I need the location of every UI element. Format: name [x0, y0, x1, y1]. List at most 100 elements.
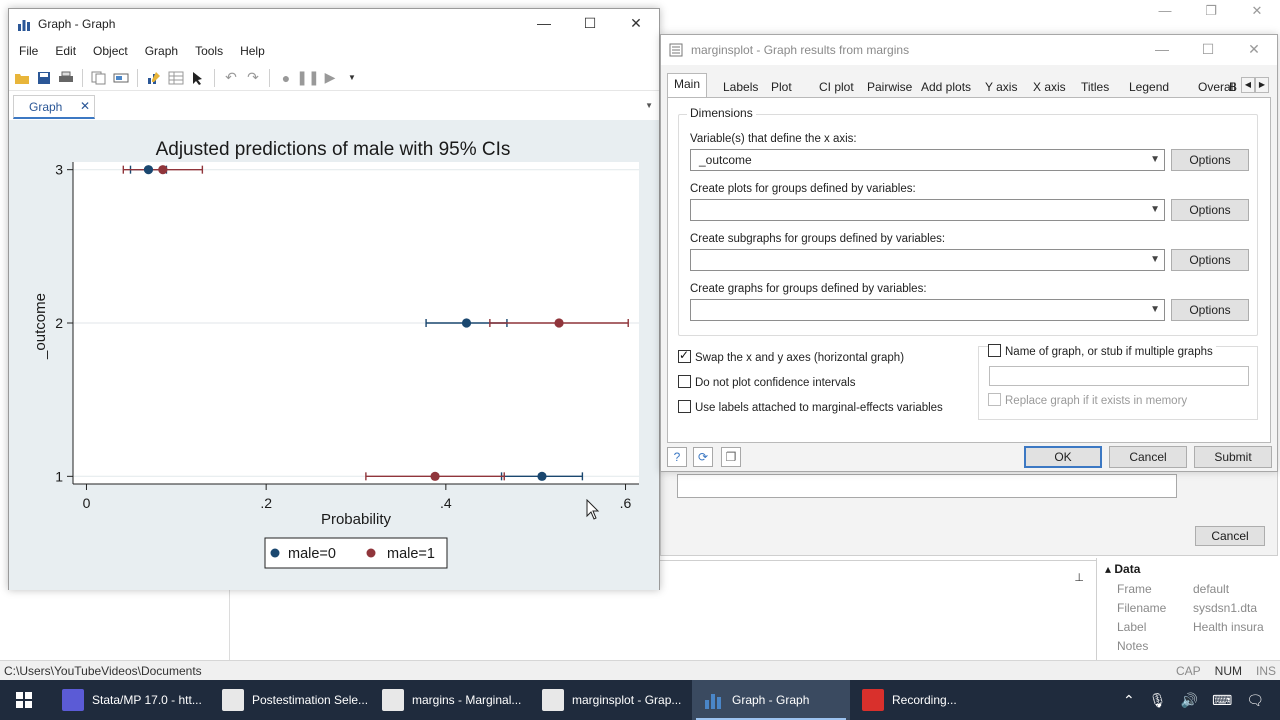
swap-axes-checkbox[interactable]: Swap the x and y axes (horizontal graph): [678, 348, 904, 364]
redo-icon[interactable]: ↷: [244, 69, 262, 87]
x-tick-label: .6: [620, 495, 632, 511]
tab-ci-plot[interactable]: CI plot: [819, 77, 854, 97]
volume-icon[interactable]: 🔊: [1181, 692, 1198, 709]
taskbar-item-marginsplot[interactable]: marginsplot - Grap...: [532, 680, 690, 720]
maximize-icon[interactable]: ☐: [1185, 35, 1231, 65]
taskbar-item-graph[interactable]: Graph - Graph: [692, 680, 850, 720]
tab-scroll-right-icon[interactable]: ▶: [1255, 77, 1269, 93]
data-editor-icon[interactable]: [167, 69, 185, 87]
taskbar-item-postestimation[interactable]: Postestimation Sele...: [212, 680, 370, 720]
save-icon[interactable]: [35, 69, 53, 87]
x-axis-options-button[interactable]: Options: [1171, 149, 1249, 171]
background-cancel-button[interactable]: Cancel: [1195, 526, 1265, 546]
menu-object[interactable]: Object: [93, 41, 136, 63]
close-icon[interactable]: ✕: [1231, 35, 1277, 65]
keyboard-icon[interactable]: ⌨: [1212, 692, 1232, 709]
minimize-icon[interactable]: —: [1142, 0, 1188, 24]
graph-name-input[interactable]: [989, 366, 1249, 386]
menu-file[interactable]: File: [19, 41, 46, 63]
play-dropdown-icon[interactable]: ▼: [343, 69, 361, 87]
notification-icon[interactable]: 🗨: [1246, 692, 1264, 709]
undo-icon[interactable]: ↶: [222, 69, 240, 87]
restore-icon[interactable]: ❐: [1188, 0, 1234, 24]
help-icon[interactable]: ?: [667, 447, 687, 467]
tab-x-axis[interactable]: X axis: [1033, 77, 1066, 97]
subgraph-groups-combo[interactable]: ▼: [690, 249, 1165, 271]
tab-scroll-left-icon[interactable]: ◀: [1241, 77, 1255, 93]
properties-section[interactable]: ▴ Data: [1105, 562, 1140, 576]
replace-graph-checkbox[interactable]: Replace graph if it exists in memory: [988, 393, 1187, 407]
tab-close-icon[interactable]: ✕: [80, 99, 90, 113]
dialog-titlebar[interactable]: marginsplot - Graph results from margins…: [661, 35, 1277, 65]
chevron-down-icon[interactable]: ▼: [1150, 204, 1160, 215]
start-button[interactable]: [0, 680, 48, 720]
tab-main[interactable]: Main: [667, 73, 708, 98]
checkbox-icon[interactable]: [988, 344, 1001, 357]
tab-pairwise[interactable]: Pairwise: [867, 77, 912, 97]
checkbox-checked-icon[interactable]: [678, 348, 691, 363]
tab-b[interactable]: B: [1229, 77, 1237, 97]
x-axis-label: Probability: [321, 511, 392, 528]
graph-name-checkbox[interactable]: Name of graph, or stub if multiple graph…: [988, 344, 1216, 358]
no-ci-checkbox[interactable]: Do not plot confidence intervals: [678, 375, 855, 389]
graph-groups-combo[interactable]: ▼: [690, 299, 1165, 321]
copy-icon[interactable]: [90, 69, 108, 87]
chevron-down-icon[interactable]: ▼: [1150, 154, 1160, 165]
close-icon[interactable]: ✕: [613, 9, 659, 39]
submit-button[interactable]: Submit: [1194, 446, 1272, 468]
menu-tools[interactable]: Tools: [195, 41, 231, 63]
subgraph-groups-label: Create subgraphs for groups defined by v…: [690, 233, 946, 245]
taskbar-item-recording[interactable]: Recording...: [852, 680, 1010, 720]
subgraph-groups-options-button[interactable]: Options: [1171, 249, 1249, 271]
tab-list-dropdown-icon[interactable]: ▼: [645, 101, 653, 110]
chevron-down-icon[interactable]: ▼: [1150, 254, 1160, 265]
menu-graph[interactable]: Graph: [145, 41, 186, 63]
checkbox-icon[interactable]: [988, 393, 1001, 406]
tab-y-axis[interactable]: Y axis: [985, 77, 1017, 97]
tab-titles[interactable]: Titles: [1081, 77, 1109, 97]
reset-icon[interactable]: ⟳: [693, 447, 713, 467]
chevron-down-icon[interactable]: ▼: [1150, 304, 1160, 315]
menu-help[interactable]: Help: [240, 41, 273, 63]
x-axis-variables-label: Variable(s) that define the x axis:: [690, 133, 857, 145]
tab-labels[interactable]: Labels: [723, 77, 758, 97]
graph-menubar: File Edit Object Graph Tools Help: [9, 41, 659, 63]
menu-edit[interactable]: Edit: [55, 41, 84, 63]
status-bar: C:\Users\YouTubeVideos\Documents CAP NUM…: [0, 660, 1280, 680]
tab-graph[interactable]: Graph ✕: [13, 95, 95, 119]
tab-legend[interactable]: Legend: [1129, 77, 1169, 97]
pause-icon[interactable]: ❚❚: [296, 69, 319, 87]
open-icon[interactable]: [13, 69, 31, 87]
taskbar-item-margins[interactable]: margins - Marginal...: [372, 680, 530, 720]
rename-icon[interactable]: [112, 69, 130, 87]
legend-label-male-0: male=0: [288, 546, 336, 562]
tab-plot[interactable]: Plot: [771, 77, 792, 97]
tab-add-plots[interactable]: Add plots: [921, 77, 971, 97]
copy-command-icon[interactable]: ❐: [721, 447, 741, 467]
checkbox-icon[interactable]: [678, 400, 691, 413]
record-icon[interactable]: ●: [277, 69, 295, 87]
ok-button[interactable]: OK: [1024, 446, 1102, 468]
taskbar-item-stata[interactable]: Stata/MP 17.0 - htt...: [52, 680, 210, 720]
pointer-icon[interactable]: [189, 69, 207, 87]
background-textbox[interactable]: [677, 474, 1177, 498]
checkbox-icon[interactable]: [678, 375, 691, 388]
play-icon[interactable]: ▶: [321, 69, 339, 87]
plot-groups-combo[interactable]: ▼: [690, 199, 1165, 221]
graph-editor-icon[interactable]: [145, 69, 163, 87]
chevron-up-icon[interactable]: ⌃: [1123, 692, 1135, 709]
plot-groups-options-button[interactable]: Options: [1171, 199, 1249, 221]
print-icon[interactable]: [57, 69, 75, 87]
x-axis-variables-combo[interactable]: _outcome ▼: [690, 149, 1165, 171]
graph-titlebar[interactable]: Graph - Graph — ☐ ✕: [9, 9, 659, 39]
system-tray: ⌃ 🎙 🔊 ⌨ 🗨: [1123, 680, 1280, 720]
cancel-button[interactable]: Cancel: [1109, 446, 1187, 468]
minimize-icon[interactable]: —: [1139, 35, 1185, 65]
use-labels-checkbox[interactable]: Use labels attached to marginal-effects …: [678, 400, 943, 414]
graph-groups-options-button[interactable]: Options: [1171, 299, 1249, 321]
maximize-icon[interactable]: ☐: [567, 9, 613, 39]
close-icon[interactable]: ✕: [1234, 0, 1280, 24]
minimize-icon[interactable]: —: [521, 9, 567, 39]
pin-icon[interactable]: ⊥: [1074, 571, 1084, 584]
microphone-icon[interactable]: 🎙: [1149, 692, 1167, 709]
